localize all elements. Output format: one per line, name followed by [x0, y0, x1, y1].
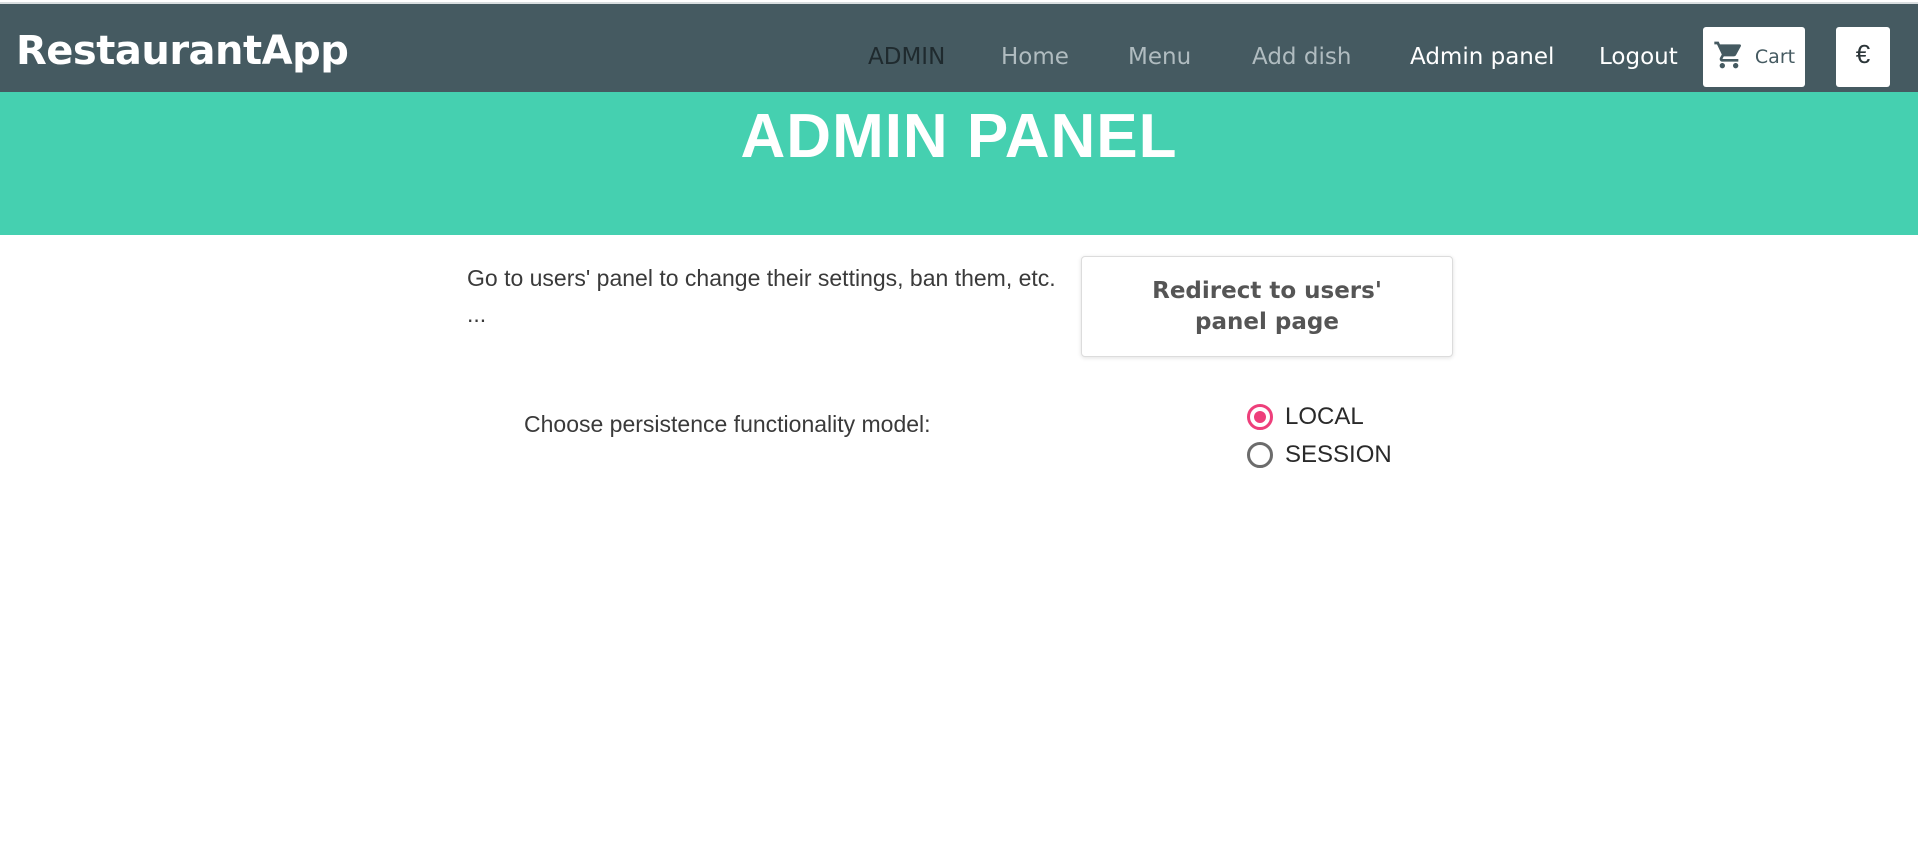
radio-option-session[interactable]: SESSION: [1247, 441, 1392, 469]
users-panel-description: Go to users' panel to change their setti…: [467, 265, 1056, 327]
currency-button[interactable]: €: [1836, 27, 1890, 87]
navbar: RestaurantApp ADMIN Home Menu Add dish A…: [0, 2, 1918, 92]
nav-link-home[interactable]: Home: [1001, 44, 1069, 70]
cart-icon: [1713, 39, 1745, 76]
role-tag: ADMIN: [868, 44, 946, 70]
radio-checked-dot: [1254, 411, 1266, 423]
radio-option-local[interactable]: LOCAL: [1247, 403, 1364, 431]
cart-label: Cart: [1754, 46, 1796, 68]
radio-button-local[interactable]: [1247, 404, 1273, 430]
nav-link-add-dish[interactable]: Add dish: [1252, 44, 1351, 70]
radio-button-session[interactable]: [1247, 442, 1273, 468]
nav-link-admin-panel[interactable]: Admin panel: [1410, 44, 1554, 70]
brand-logo[interactable]: RestaurantApp: [16, 28, 349, 74]
persistence-label: Choose persistence functionality model:: [524, 411, 931, 437]
cart-button[interactable]: Cart: [1703, 27, 1805, 87]
redirect-users-panel-button[interactable]: Redirect to users' panel page: [1081, 256, 1453, 357]
page-header: ADMIN PANEL: [0, 92, 1918, 235]
nav-link-logout[interactable]: Logout: [1599, 44, 1678, 70]
radio-label-local: LOCAL: [1285, 403, 1364, 430]
nav-link-menu[interactable]: Menu: [1128, 44, 1191, 70]
page-title: ADMIN PANEL: [740, 102, 1178, 172]
radio-label-session: SESSION: [1285, 441, 1392, 468]
